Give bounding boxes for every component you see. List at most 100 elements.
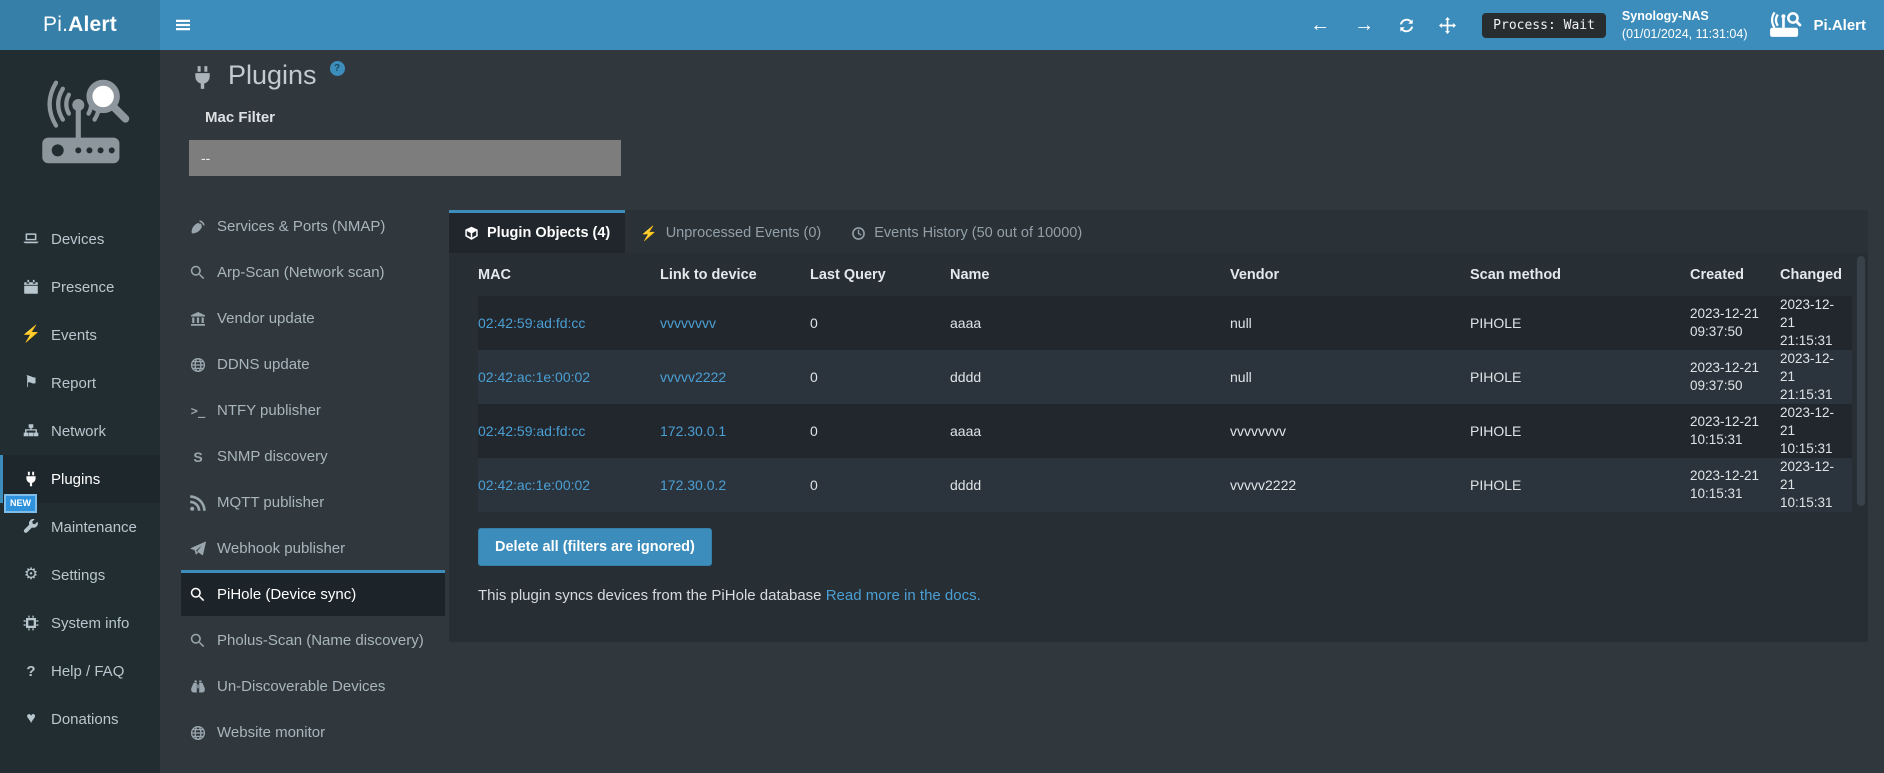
- mac-link[interactable]: 02:42:ac:1e:00:02: [478, 476, 660, 494]
- laptop-icon: [22, 231, 40, 247]
- table-header-row: MAC Link to device Last Query Name Vendo…: [478, 253, 1852, 296]
- sidebar-item-help-faq[interactable]: ? Help / FAQ: [0, 647, 160, 695]
- device-link[interactable]: vvvvvvvv: [660, 314, 810, 332]
- plugin-item-ntfy[interactable]: >_ NTFY publisher: [181, 386, 445, 432]
- sidebar-item-donations[interactable]: ♥ Donations: [0, 695, 160, 743]
- wrench-icon: [22, 519, 40, 535]
- column-header-vendor[interactable]: Vendor: [1230, 266, 1470, 284]
- plugin-item-arpscan[interactable]: Arp-Scan (Network scan): [181, 248, 445, 294]
- device-link[interactable]: 172.30.0.2: [660, 476, 810, 494]
- tab-unprocessed-events[interactable]: ⚡ Unprocessed Events (0): [625, 210, 836, 253]
- name-value: dddd: [950, 476, 1230, 494]
- plugin-item-vendor-update[interactable]: Vendor update: [181, 294, 445, 340]
- table-scrollbar[interactable]: [1857, 256, 1865, 506]
- forward-arrow-icon: →: [1354, 14, 1374, 37]
- tab-label: Unprocessed Events (0): [666, 225, 822, 241]
- sidebar-item-label: System info: [51, 615, 129, 632]
- column-header-changed[interactable]: Changed: [1780, 266, 1852, 284]
- calendar-icon: [22, 279, 40, 295]
- search-icon: [189, 587, 207, 603]
- sidebar-item-label: Maintenance: [51, 519, 137, 536]
- mac-link[interactable]: 02:42:ac:1e:00:02: [478, 368, 660, 386]
- search-icon: [189, 265, 207, 281]
- plugin-item-label: Arp-Scan (Network scan): [217, 264, 385, 281]
- router-magnifier-logo-icon: [20, 70, 140, 170]
- sidebar-item-label: Network: [51, 423, 106, 440]
- globe-icon: [189, 357, 207, 373]
- plugin-objects-table: MAC Link to device Last Query Name Vendo…: [478, 253, 1852, 512]
- plugin-item-pihole[interactable]: PiHole (Device sync): [181, 570, 445, 616]
- column-header-last-query[interactable]: Last Query: [810, 266, 950, 284]
- created-value: 2023-12-21 10:15:31: [1690, 413, 1780, 449]
- plugin-item-label: PiHole (Device sync): [217, 586, 356, 603]
- cube-icon: [464, 226, 479, 241]
- nav-forward-button[interactable]: →: [1342, 0, 1386, 50]
- plugin-item-snmp[interactable]: S SNMP discovery: [181, 432, 445, 478]
- app-label: Pi.Alert: [1813, 17, 1866, 34]
- column-header-name[interactable]: Name: [950, 266, 1230, 284]
- tab-events-history[interactable]: Events History (50 out of 10000): [836, 210, 1097, 253]
- plug-icon: [190, 60, 215, 90]
- last-query-value: 0: [810, 368, 950, 386]
- bolt-icon: ⚡: [22, 327, 40, 343]
- plugin-item-webhook[interactable]: Webhook publisher: [181, 524, 445, 570]
- last-query-value: 0: [810, 422, 950, 440]
- mac-filter-input[interactable]: [189, 140, 621, 176]
- scan-method-value: PIHOLE: [1470, 368, 1690, 386]
- plugin-item-label: Website monitor: [217, 724, 325, 741]
- bolt-icon: ⚡: [640, 225, 657, 242]
- plugin-item-pholus[interactable]: Pholus-Scan (Name discovery): [181, 616, 445, 662]
- tab-label: Events History (50 out of 10000): [874, 225, 1082, 241]
- vendor-value: null: [1230, 368, 1470, 386]
- changed-value: 2023-12-21 21:15:31: [1780, 296, 1852, 350]
- read-more-link[interactable]: Read more in the docs.: [826, 587, 981, 604]
- plugin-detail-panel: Plugin Objects (4) ⚡ Unprocessed Events …: [449, 210, 1868, 642]
- column-header-scan-method[interactable]: Scan method: [1470, 266, 1690, 284]
- plugin-description: This plugin syncs devices from the PiHol…: [478, 587, 981, 604]
- sidebar-item-maintenance[interactable]: NEW Maintenance: [0, 503, 160, 551]
- sidebar-item-label: Devices: [51, 231, 104, 248]
- plugin-description-text: This plugin syncs devices from the PiHol…: [478, 587, 826, 604]
- fullscreen-move-button[interactable]: [1427, 0, 1468, 50]
- refresh-button[interactable]: [1386, 0, 1427, 50]
- sidebar-toggle-button[interactable]: [160, 0, 206, 50]
- move-icon: [1439, 17, 1456, 34]
- delete-all-button[interactable]: Delete all (filters are ignored): [478, 528, 712, 566]
- clock-icon: [851, 226, 866, 241]
- sidebar-item-devices[interactable]: Devices: [0, 215, 160, 263]
- device-link[interactable]: 172.30.0.1: [660, 422, 810, 440]
- column-header-mac[interactable]: MAC: [478, 266, 660, 284]
- sidebar-item-settings[interactable]: ⚙ Settings: [0, 551, 160, 599]
- mac-link[interactable]: 02:42:59:ad:fd:cc: [478, 314, 660, 332]
- sidebar-item-presence[interactable]: Presence: [0, 263, 160, 311]
- column-header-link[interactable]: Link to device: [660, 266, 810, 284]
- changed-value: 2023-12-21 21:15:31: [1780, 350, 1852, 404]
- binoculars-icon: [189, 679, 207, 695]
- brand-logo[interactable]: Pi.Alert: [0, 0, 160, 50]
- help-badge[interactable]: ?: [330, 61, 345, 76]
- sidebar-item-report[interactable]: ⚑ Report: [0, 359, 160, 407]
- plugin-item-undiscoverable[interactable]: Un-Discoverable Devices: [181, 662, 445, 708]
- device-link[interactable]: vvvvv2222: [660, 368, 810, 386]
- sidebar-item-label: Report: [51, 375, 96, 392]
- plugin-item-website-monitor[interactable]: Website monitor: [181, 708, 445, 754]
- mac-link[interactable]: 02:42:59:ad:fd:cc: [478, 422, 660, 440]
- nav-back-button[interactable]: ←: [1298, 0, 1342, 50]
- table-row: 02:42:59:ad:fd:cc vvvvvvvv 0 aaaa null P…: [478, 296, 1852, 350]
- tab-plugin-objects[interactable]: Plugin Objects (4): [449, 210, 625, 253]
- header-right-cluster: ← → Process: Wait Synology-NAS (01/01/20…: [1298, 0, 1884, 50]
- rss-icon: [189, 495, 207, 511]
- sidebar-item-network[interactable]: Network: [0, 407, 160, 455]
- name-value: aaaa: [950, 314, 1230, 332]
- created-value: 2023-12-21 10:15:31: [1690, 467, 1780, 503]
- created-value: 2023-12-21 09:37:50: [1690, 305, 1780, 341]
- app-icon-wrap: [1767, 11, 1804, 39]
- sidebar-item-events[interactable]: ⚡ Events: [0, 311, 160, 359]
- plugin-item-ddns[interactable]: DDNS update: [181, 340, 445, 386]
- brand-bold: Alert: [68, 13, 117, 37]
- column-header-created[interactable]: Created: [1690, 266, 1780, 284]
- plugin-item-mqtt[interactable]: MQTT publisher: [181, 478, 445, 524]
- plugin-item-nmap[interactable]: Services & Ports (NMAP): [181, 202, 445, 248]
- microchip-icon: [22, 615, 40, 631]
- sidebar-item-system-info[interactable]: System info: [0, 599, 160, 647]
